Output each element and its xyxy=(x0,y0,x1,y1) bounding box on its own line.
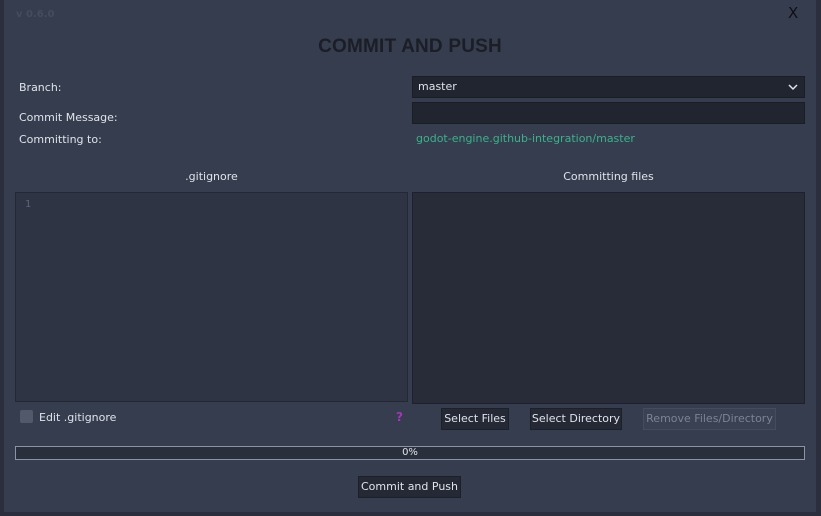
commit-and-push-button[interactable]: Commit and Push xyxy=(358,476,461,498)
line-number: 1 xyxy=(25,199,32,210)
branch-select[interactable]: master xyxy=(412,76,805,98)
progress-label: 0% xyxy=(402,447,418,458)
select-directory-button[interactable]: Select Directory xyxy=(530,408,622,430)
version-label: v 0.6.0 xyxy=(16,9,55,20)
help-icon[interactable]: ? xyxy=(396,410,403,424)
commit-message-label: Commit Message: xyxy=(19,111,118,124)
edit-gitignore-checkbox[interactable] xyxy=(20,410,33,423)
commit-dialog: v 0.6.0 X COMMIT AND PUSH Branch: master… xyxy=(4,0,816,512)
committing-files-list[interactable] xyxy=(412,192,805,404)
branch-label: Branch: xyxy=(19,81,62,94)
progress-bar: 0% xyxy=(15,446,805,460)
repository-branch-link[interactable]: godot-engine.github-integration/master xyxy=(416,132,635,145)
committing-to-label: Committing to: xyxy=(19,133,102,146)
close-button[interactable]: X xyxy=(788,4,798,22)
gitignore-title: .gitignore xyxy=(185,170,238,183)
dialog-title: COMMIT AND PUSH xyxy=(318,36,502,57)
gitignore-editor[interactable]: 1 xyxy=(15,192,408,402)
commit-message-input[interactable] xyxy=(412,102,805,124)
remove-files-button[interactable]: Remove Files/Directory xyxy=(643,408,776,430)
app-frame: v 0.6.0 X COMMIT AND PUSH Branch: master… xyxy=(0,0,821,516)
select-files-button[interactable]: Select Files xyxy=(441,408,509,430)
branch-selected-value: master xyxy=(418,80,457,93)
edit-gitignore-label: Edit .gitignore xyxy=(39,411,117,424)
chevron-down-icon xyxy=(788,84,798,91)
committing-files-title: Committing files xyxy=(563,170,654,183)
